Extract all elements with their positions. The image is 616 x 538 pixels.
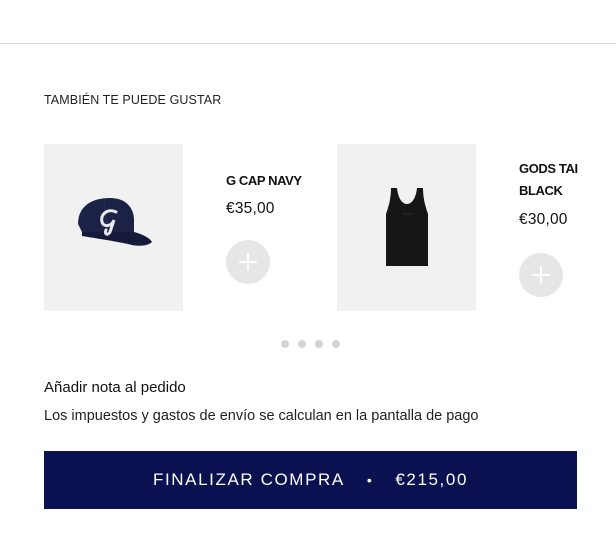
black-tank-top-icon [385, 187, 428, 266]
top-divider [0, 43, 616, 44]
pagination-dot[interactable] [315, 340, 323, 348]
cart-drawer: TAMBIÉN TE PUEDE GUSTAR G CAP NAVY €35,0… [0, 0, 616, 538]
recommendations-heading: TAMBIÉN TE PUEDE GUSTAR [44, 93, 222, 107]
product-info: GODS TAI BLACK €30,00 [519, 158, 616, 297]
plus-icon [532, 266, 550, 284]
add-to-cart-button[interactable] [519, 253, 563, 297]
plus-icon [239, 253, 257, 271]
product-image[interactable] [44, 144, 183, 311]
checkout-separator: • [366, 472, 374, 488]
pagination-dot[interactable] [298, 340, 306, 348]
add-to-cart-button[interactable] [226, 240, 270, 284]
product-price: €30,00 [519, 211, 568, 228]
recommendations-carousel[interactable]: G CAP NAVY €35,00 GODS TAI BLACK €30,00 [44, 144, 616, 312]
carousel-pagination [281, 340, 340, 348]
product-card-g-cap-navy[interactable]: G CAP NAVY €35,00 [44, 144, 324, 312]
navy-cap-icon [77, 197, 152, 246]
tax-shipping-note: Los impuestos y gastos de envío se calcu… [44, 408, 479, 424]
pagination-dot[interactable] [332, 340, 340, 348]
product-card-gods-tank-black[interactable]: GODS TAI BLACK €30,00 [337, 144, 616, 312]
checkout-button[interactable]: FINALIZAR COMPRA • €215,00 [44, 451, 577, 509]
product-image[interactable] [337, 144, 476, 311]
checkout-total: €215,00 [395, 470, 468, 489]
checkout-label: FINALIZAR COMPRA [152, 470, 345, 489]
pagination-dot[interactable] [281, 340, 289, 348]
add-order-note-link[interactable]: Añadir nota al pedido [44, 379, 186, 396]
product-name[interactable]: GODS TAI BLACK [519, 158, 616, 202]
